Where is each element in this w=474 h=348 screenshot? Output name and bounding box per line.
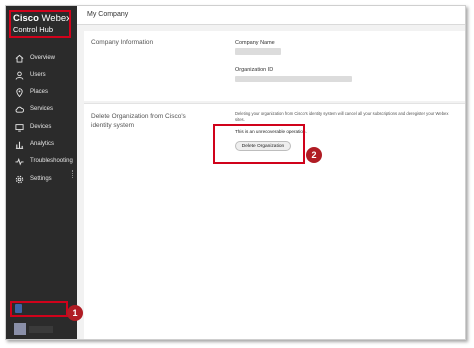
avatar[interactable]: [14, 323, 26, 335]
location-pin-icon: [14, 87, 24, 97]
gear-icon: [14, 174, 24, 184]
sidebar-item-label: Users: [30, 72, 46, 78]
company-info-title: Company Information: [91, 39, 154, 46]
sidebar-item-label: Overview: [30, 55, 56, 61]
brand-highlight-box: [9, 10, 71, 38]
sidebar-item-settings[interactable]: Settings: [14, 172, 52, 186]
sidebar-item-label: Troubleshooting: [30, 158, 73, 164]
sidebar-item-services[interactable]: Services: [14, 102, 53, 116]
sidebar-item-label: Services: [30, 106, 54, 112]
sidebar-item-label: Settings: [30, 176, 52, 182]
user-icon: [14, 70, 24, 80]
sidebar-item-label: Devices: [30, 124, 52, 130]
company-info-card: Company Information Company Name Organiz…: [84, 31, 465, 101]
cloud-icon: [14, 104, 24, 114]
user-name-redacted: [29, 326, 53, 333]
help-highlight-box: [10, 301, 68, 317]
org-id-value: [235, 76, 352, 82]
main-content: My Company Company Information Company N…: [77, 6, 465, 339]
org-id-label: Organization ID: [235, 67, 274, 73]
page-title: My Company: [87, 11, 129, 18]
company-name-label: Company Name: [235, 40, 275, 46]
page-header: My Company: [77, 6, 465, 25]
sidebar-collapse-handle[interactable]: [72, 170, 74, 178]
divider: [84, 103, 465, 104]
bar-chart-icon: [14, 139, 24, 149]
sidebar-item-users[interactable]: Users: [14, 68, 46, 82]
step-badge-1: 1: [67, 305, 83, 321]
company-name-value: [235, 48, 281, 55]
home-icon: [14, 53, 24, 63]
sidebar-item-devices[interactable]: Devices: [14, 120, 51, 134]
sidebar: Cisco Webex Control Hub Overview Users P…: [6, 6, 77, 339]
sidebar-item-places[interactable]: Places: [14, 85, 48, 99]
step-badge-2: 2: [306, 147, 322, 163]
delete-highlight-box: [213, 124, 305, 164]
sidebar-item-label: Analytics: [30, 141, 55, 147]
sidebar-item-label: Places: [30, 89, 49, 95]
monitor-icon: [14, 122, 24, 132]
delete-org-title: Delete Organization from Cisco's identit…: [91, 113, 186, 129]
app-window: Cisco Webex Control Hub Overview Users P…: [5, 5, 466, 340]
sidebar-item-analytics[interactable]: Analytics: [14, 137, 54, 151]
delete-org-description: Deleting your organization from Cisco's …: [235, 111, 449, 122]
pulse-icon: [14, 156, 24, 166]
sidebar-item-troubleshooting[interactable]: Troubleshooting: [14, 154, 73, 168]
sidebar-item-overview[interactable]: Overview: [14, 51, 55, 65]
